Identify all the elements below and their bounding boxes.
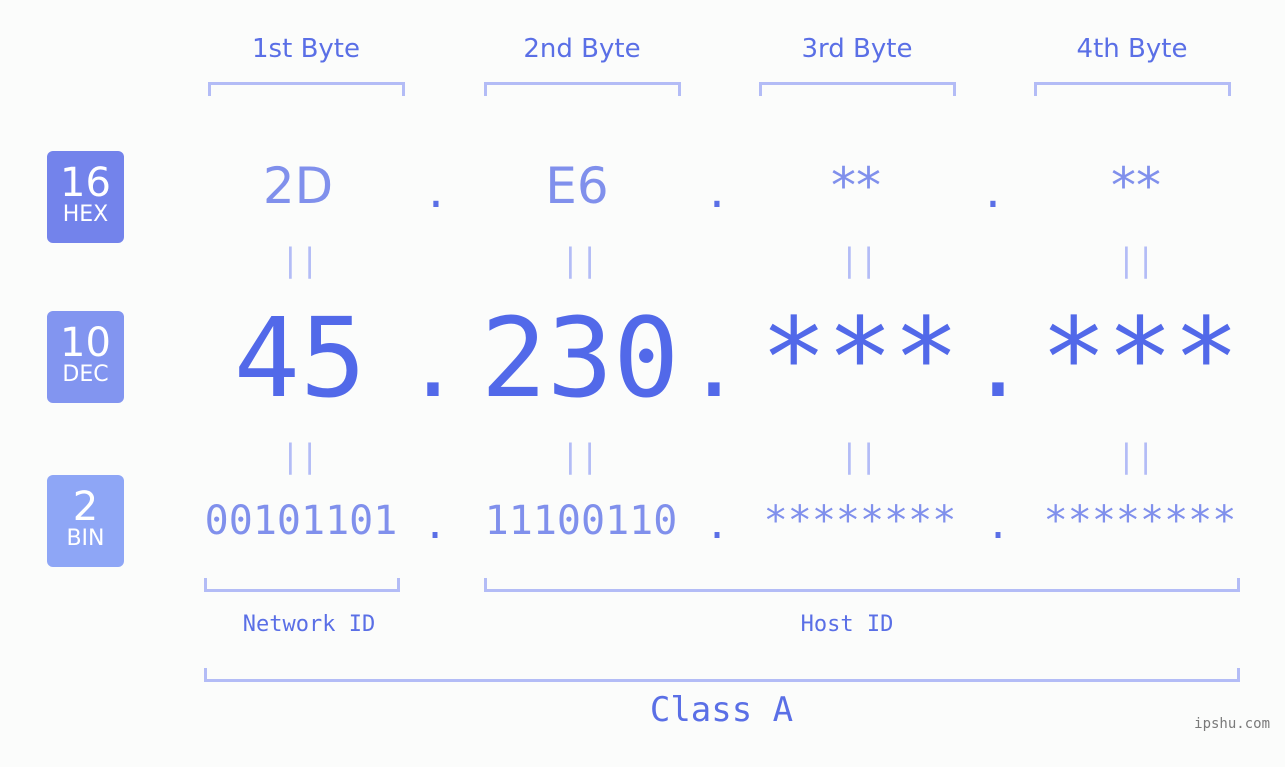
network-id-label: Network ID bbox=[242, 612, 376, 637]
class-label: Class A bbox=[649, 690, 794, 730]
dec-byte-3: *** bbox=[760, 294, 960, 422]
equals-icon: || bbox=[560, 437, 600, 475]
byte-label-1: 1st Byte bbox=[252, 34, 360, 64]
equals-icon: || bbox=[1116, 241, 1156, 279]
byte-bracket-3 bbox=[759, 82, 956, 96]
hex-badge-base: 16 bbox=[60, 160, 111, 206]
bin-separator: . bbox=[704, 502, 730, 548]
hex-separator: . bbox=[709, 161, 725, 219]
bin-separator: . bbox=[422, 502, 448, 548]
equals-icon: || bbox=[839, 437, 879, 475]
host-id-label: Host ID bbox=[800, 612, 894, 637]
bin-separator: . bbox=[985, 502, 1011, 548]
bin-byte-3: ******** bbox=[763, 498, 957, 544]
dec-badge-name: DEC bbox=[62, 362, 109, 387]
hex-byte-4: ** bbox=[1111, 157, 1161, 215]
hex-badge-name: HEX bbox=[62, 202, 109, 227]
dec-badge-base: 10 bbox=[60, 320, 111, 366]
hex-byte-1: 2D bbox=[262, 157, 334, 215]
class-bracket bbox=[204, 668, 1240, 682]
dec-byte-1: 45 bbox=[233, 294, 367, 422]
equals-icon: || bbox=[280, 241, 320, 279]
byte-bracket-1 bbox=[208, 82, 405, 96]
hex-byte-2: E6 bbox=[545, 157, 609, 215]
byte-bracket-4 bbox=[1034, 82, 1231, 96]
equals-icon: || bbox=[1116, 437, 1156, 475]
bin-byte-1: 00101101 bbox=[204, 498, 398, 544]
bin-badge-base: 2 bbox=[72, 484, 99, 530]
network-id-bracket bbox=[204, 578, 400, 592]
bin-badge: 2 BIN bbox=[47, 475, 124, 567]
watermark: ipshu.com bbox=[1194, 716, 1270, 732]
hex-separator: . bbox=[985, 161, 1001, 219]
hex-separator: . bbox=[428, 161, 444, 219]
byte-bracket-2 bbox=[484, 82, 681, 96]
hex-byte-3: ** bbox=[831, 157, 881, 215]
dec-badge: 10 DEC bbox=[47, 311, 124, 403]
dec-byte-4: *** bbox=[1040, 294, 1240, 422]
byte-label-2: 2nd Byte bbox=[523, 34, 641, 64]
byte-label-3: 3rd Byte bbox=[801, 34, 913, 64]
dec-byte-2: 230 bbox=[480, 294, 680, 422]
hex-badge: 16 HEX bbox=[47, 151, 124, 243]
equals-icon: || bbox=[280, 437, 320, 475]
byte-label-4: 4th Byte bbox=[1076, 34, 1188, 64]
bin-byte-2: 11100110 bbox=[484, 498, 678, 544]
equals-icon: || bbox=[560, 241, 600, 279]
equals-icon: || bbox=[839, 241, 879, 279]
bin-badge-name: BIN bbox=[66, 526, 105, 551]
bin-byte-4: ******** bbox=[1043, 498, 1237, 544]
host-id-bracket bbox=[484, 578, 1240, 592]
